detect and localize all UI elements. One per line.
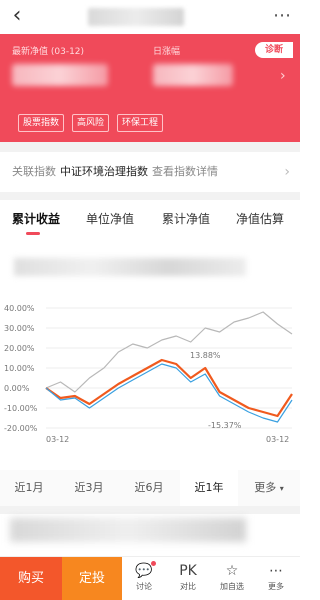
divider [0,142,300,152]
section-redacted [10,518,246,542]
range-6-months[interactable]: 近6月 [120,470,178,506]
range-more-label: 更多 [254,481,277,494]
cumulative-return-chart[interactable]: 40.00% 30.00% 20.00% 10.00% 0.00% -10.00% -20.… [0,290,300,460]
time-range-selector: 近1月 近3月 近6月 近1年 更多 ▾ [0,470,300,506]
index-detail-link[interactable]: 查看指数详情 [152,165,218,178]
more-actions-button[interactable]: ⋯ 更多 [258,561,294,599]
auto-invest-button[interactable]: 定投 [62,557,122,600]
star-icon: ☆ [225,563,239,579]
notification-dot [151,561,156,566]
tag-high-risk[interactable]: 高风险 [72,114,110,132]
x-tick-label: 03-12 [46,435,69,444]
daily-rise-label: 日涨幅 [153,47,181,57]
chevron-right-icon[interactable]: › [280,68,286,84]
series-line-0 [45,311,293,393]
more-icon: ⋯ [269,563,283,579]
bottom-action-bar: 购买 定投 💬 讨论 PK 对比 ☆ 加自选 ⋯ 更多 [0,556,300,600]
range-more[interactable]: 更多 ▾ [242,470,296,506]
chart-tabs: 累计收益 单位净值 累计净值 净值估算 [0,200,300,236]
chat-icon: 💬 [135,563,153,579]
tab-cumulative-return[interactable]: 累计收益 [12,210,60,227]
latest-nav-label: 最新净值 (03-12) [12,47,85,57]
divider [0,192,300,200]
series-line-2 [45,363,293,423]
active-tab-indicator [26,232,40,235]
y-tick-label: -20.00% [4,424,38,433]
add-watchlist-label: 加自选 [220,582,244,591]
related-index-name: 中证环境治理指数 [60,165,148,178]
add-watchlist-button[interactable]: ☆ 加自选 [214,561,250,599]
chevron-left-icon[interactable]: ‹ [6,2,28,30]
tab-unit-nav[interactable]: 单位净值 [86,210,134,227]
daily-rise-value-redacted [153,64,233,86]
tag-environment[interactable]: 环保工程 [117,114,164,132]
more-dots-icon[interactable]: ⋯ [270,6,294,26]
y-tick-label: 40.00% [4,304,35,313]
y-tick-label: 20.00% [4,344,35,353]
y-tick-label: 10.00% [4,364,35,373]
discuss-button[interactable]: 💬 讨论 [126,561,162,599]
diagnose-button[interactable]: 诊断 [255,42,293,58]
more-actions-label: 更多 [268,582,284,591]
related-index-label: 关联指数 [12,165,56,178]
buy-button[interactable]: 购买 [0,557,62,600]
compare-button[interactable]: PK 对比 [170,561,206,599]
x-tick-label: 03-12 [266,435,289,444]
chevron-right-icon: › [284,164,290,180]
fund-summary-panel: 最新净值 (03-12) 日涨幅 诊断 › 股票指数 高风险 环保工程 [0,34,300,142]
related-index-row[interactable]: 关联指数 中证环境治理指数 查看指数详情 › [0,152,300,192]
annotation-max: 13.88% [190,351,221,360]
annotation-min: -15.37% [208,421,242,430]
fund-title-redacted [88,8,184,26]
y-tick-label: -10.00% [4,404,38,413]
tag-stock-index[interactable]: 股票指数 [18,114,65,132]
chart-legend-redacted [14,258,246,276]
latest-nav-value-redacted [12,64,108,86]
y-tick-label: 30.00% [4,324,35,333]
caret-down-icon: ▾ [279,484,284,493]
top-nav-bar: ‹ ⋯ [0,0,300,34]
fund-tags: 股票指数 高风险 环保工程 [18,114,164,132]
range-3-months[interactable]: 近3月 [60,470,118,506]
range-1-month[interactable]: 近1月 [0,470,58,506]
pk-icon: PK [179,563,197,579]
tab-nav-estimate[interactable]: 净值估算 [236,210,284,227]
divider [0,506,300,514]
tab-cumulative-nav[interactable]: 累计净值 [162,210,210,227]
range-1-year[interactable]: 近1年 [180,470,238,506]
discuss-label: 讨论 [136,582,152,591]
compare-label: 对比 [180,582,196,591]
y-tick-label: 0.00% [4,384,30,393]
